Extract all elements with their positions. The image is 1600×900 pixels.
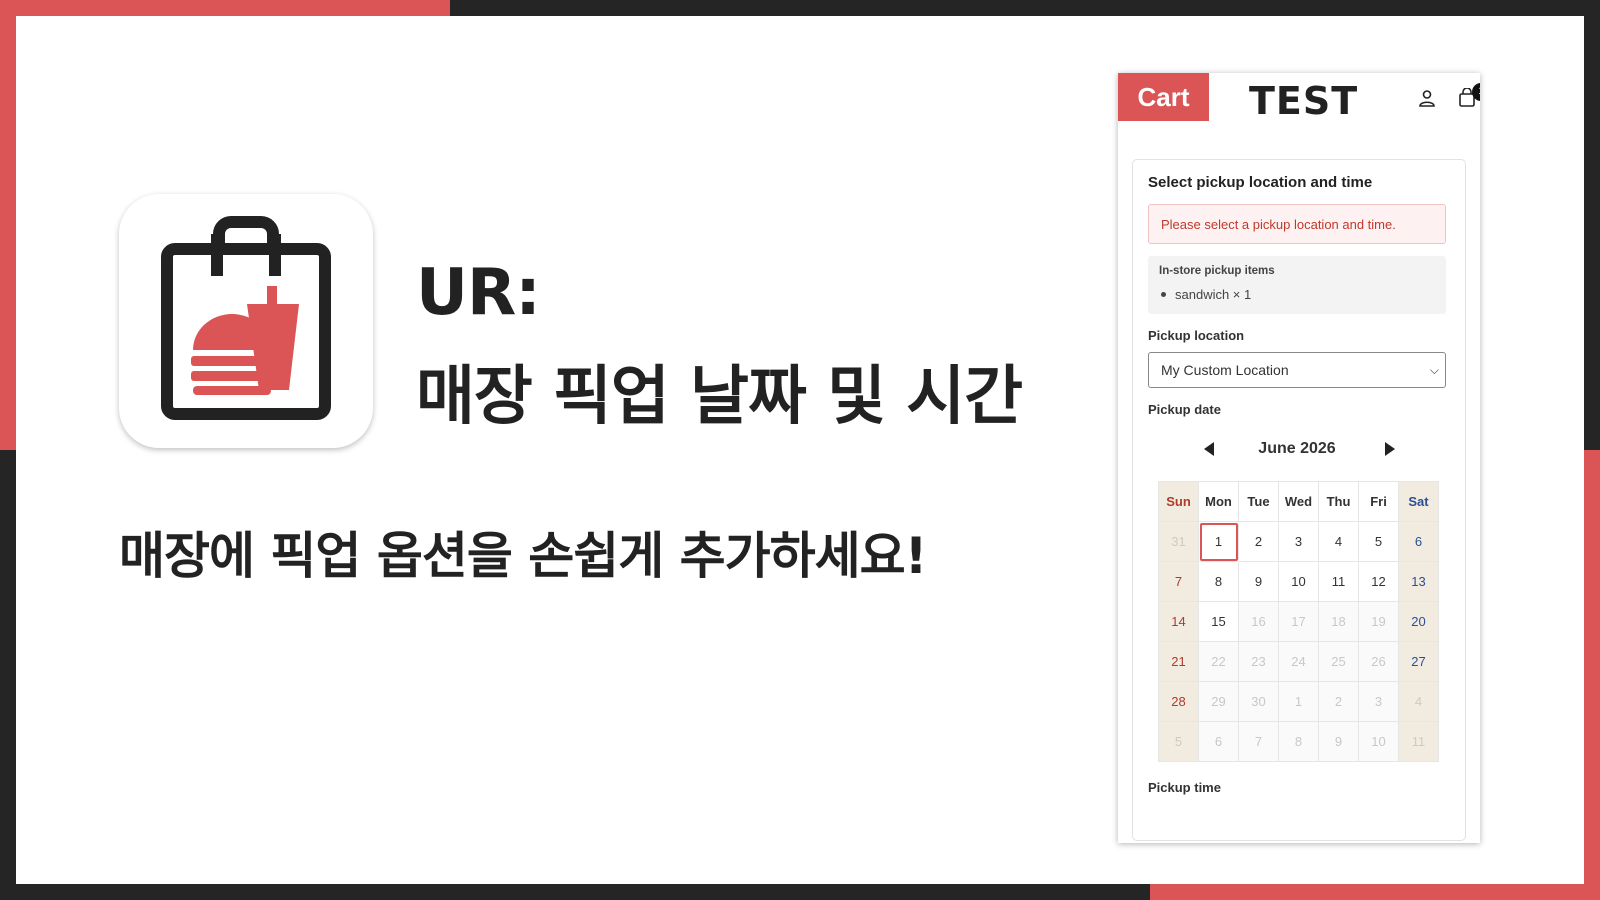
headline-subtitle: 매장 픽업 날짜 및 시간: [416, 360, 1023, 434]
pickup-items-box: In-store pickup items sandwich × 1: [1148, 256, 1446, 314]
bottom-right-accent-bar: [1150, 884, 1600, 900]
shopping-bag-food-icon: [161, 216, 331, 420]
banner-canvas: UR: 매장 픽업 날짜 및 시간 매장에 픽업 옵션을 손쉽게 추가하세요! …: [16, 16, 1584, 884]
calendar-day[interactable]: 5: [1359, 522, 1399, 562]
calendar-grid: Sun Mon Tue Wed Thu Fri Sat 31 1 2 3 4 5 6 7 8 9 10 11 12 13…: [1158, 481, 1439, 762]
calendar-day[interactable]: 9: [1239, 562, 1279, 602]
calendar-day: 1: [1279, 682, 1319, 722]
app-logo: [119, 194, 373, 448]
calendar-day[interactable]: 1: [1199, 522, 1239, 562]
calendar-day: 5: [1159, 722, 1199, 762]
list-item: sandwich × 1: [1159, 287, 1251, 302]
pickup-item-text: sandwich × 1: [1175, 287, 1252, 302]
user-icon[interactable]: [1418, 89, 1436, 107]
weekday-header: Thu: [1319, 482, 1359, 522]
store-header: Cart TEST 1: [1118, 73, 1480, 123]
calendar-day: 10: [1359, 722, 1399, 762]
calendar-day: 22: [1199, 642, 1239, 682]
calendar-day[interactable]: 13: [1399, 562, 1439, 602]
calendar-day: 23: [1239, 642, 1279, 682]
calendar-day: 8: [1279, 722, 1319, 762]
calendar-day: 24: [1279, 642, 1319, 682]
calendar-day: 19: [1359, 602, 1399, 642]
calendar-day: 26: [1359, 642, 1399, 682]
calendar-day: 11: [1399, 722, 1439, 762]
calendar-day[interactable]: 10: [1279, 562, 1319, 602]
pickup-location-select[interactable]: My Custom Location ⌵: [1148, 352, 1446, 388]
weekday-header: Mon: [1199, 482, 1239, 522]
calendar-day[interactable]: 21: [1159, 642, 1199, 682]
calendar-day[interactable]: 12: [1359, 562, 1399, 602]
calendar-day: 25: [1319, 642, 1359, 682]
calendar-day[interactable]: 2: [1239, 522, 1279, 562]
cart-label: Cart: [1118, 73, 1209, 121]
store-name[interactable]: TEST: [1249, 79, 1358, 123]
calendar-day[interactable]: 28: [1159, 682, 1199, 722]
calendar-day: 31: [1159, 522, 1199, 562]
next-month-icon[interactable]: [1385, 442, 1395, 456]
pickup-location-value: My Custom Location: [1161, 362, 1289, 378]
calendar-day: 4: [1399, 682, 1439, 722]
calendar-day[interactable]: 11: [1319, 562, 1359, 602]
left-accent-bar: [0, 0, 16, 450]
pickup-time-label: Pickup time: [1148, 780, 1221, 795]
error-message: Please select a pickup location and time…: [1148, 204, 1446, 244]
calendar-day[interactable]: 20: [1399, 602, 1439, 642]
calendar-day: 9: [1319, 722, 1359, 762]
weekday-header: Wed: [1279, 482, 1319, 522]
weekday-header: Tue: [1239, 482, 1279, 522]
bullet-icon: [1161, 292, 1166, 298]
pickup-card: Select pickup location and time Please s…: [1132, 159, 1466, 841]
top-left-accent-bar: [0, 0, 450, 16]
calendar-day[interactable]: 4: [1319, 522, 1359, 562]
pickup-items-title: In-store pickup items: [1159, 265, 1275, 277]
calendar-day[interactable]: 15: [1199, 602, 1239, 642]
calendar-day: 3: [1359, 682, 1399, 722]
calendar-month: June 2026: [1258, 440, 1336, 457]
calendar-day[interactable]: 6: [1399, 522, 1439, 562]
calendar-day: 7: [1239, 722, 1279, 762]
calendar-day[interactable]: 27: [1399, 642, 1439, 682]
weekday-header: Fri: [1359, 482, 1399, 522]
calendar-day: 29: [1199, 682, 1239, 722]
app-preview-screen: Cart TEST 1 Select pickup location and t…: [1118, 73, 1480, 843]
calendar-day[interactable]: 7: [1159, 562, 1199, 602]
calendar-day: 2: [1319, 682, 1359, 722]
weekday-header: Sat: [1399, 482, 1439, 522]
calendar-day: 17: [1279, 602, 1319, 642]
calendar-day: 18: [1319, 602, 1359, 642]
calendar-nav: June 2026: [1148, 438, 1446, 464]
calendar-day[interactable]: 8: [1199, 562, 1239, 602]
calendar-day: 16: [1239, 602, 1279, 642]
headline-title: UR:: [416, 256, 541, 330]
weekday-header: Sun: [1159, 482, 1199, 522]
calendar-day[interactable]: 3: [1279, 522, 1319, 562]
headline: UR: 매장 픽업 날짜 및 시간: [416, 241, 1023, 449]
calendar-day[interactable]: 14: [1159, 602, 1199, 642]
calendar-day: 6: [1199, 722, 1239, 762]
pickup-location-label: Pickup location: [1148, 328, 1245, 343]
calendar-day: 30: [1239, 682, 1279, 722]
tagline: 매장에 픽업 옵션을 손쉽게 추가하세요!: [119, 527, 927, 585]
pickup-date-label: Pickup date: [1148, 402, 1221, 417]
right-accent-bar: [1584, 450, 1600, 900]
pickup-title: Select pickup location and time: [1148, 174, 1373, 191]
chevron-down-icon: ⌵: [1429, 363, 1439, 377]
